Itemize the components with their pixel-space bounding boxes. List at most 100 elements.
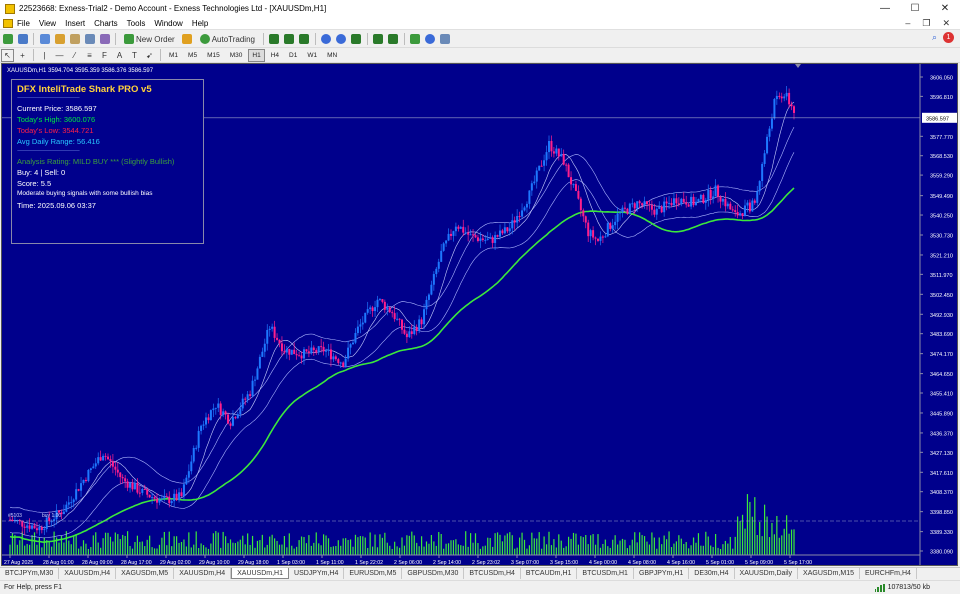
volume-bar (538, 532, 540, 555)
strategy-tester-button[interactable] (98, 33, 111, 46)
autotrading-label: AutoTrading (211, 34, 255, 44)
child-restore-button[interactable]: ❐ (922, 18, 930, 29)
horizontal-line-button[interactable]: — (53, 49, 66, 62)
chart-tab[interactable]: GBPJPYm,H1 (634, 568, 690, 579)
notifications-badge[interactable]: 1 (943, 32, 954, 43)
chart-tab[interactable]: BTCAUDm,H1 (521, 568, 578, 579)
candle-body (202, 424, 205, 426)
timeframe-m1[interactable]: M1 (165, 49, 182, 62)
chart-tab[interactable]: XAGUSDm,M15 (798, 568, 861, 579)
status-bar: For Help, press F1 107813/50 kb (0, 580, 960, 594)
candle-body (447, 233, 450, 241)
chart-tab[interactable]: EURCHFm,H4 (860, 568, 917, 579)
chart-tab[interactable]: DE30m,H4 (689, 568, 735, 579)
time-tick-label: 4 Sep 08:00 (628, 560, 656, 566)
volume-bar (545, 544, 548, 555)
label-tool-button[interactable]: T (128, 49, 141, 62)
templates-button[interactable] (439, 33, 452, 46)
menu-help[interactable]: Help (192, 19, 208, 28)
chart-shift-button[interactable] (372, 33, 385, 46)
market-watch-button[interactable] (38, 33, 51, 46)
arrows-tool-button[interactable]: ➹ (143, 49, 156, 62)
volume-bar (156, 548, 158, 555)
terminal-button[interactable] (83, 33, 96, 46)
chart-tab[interactable]: BTCUSDm,H1 (577, 568, 634, 579)
equidistant-channel-button[interactable]: ≡ (83, 49, 96, 62)
timeframe-m15[interactable]: M15 (203, 49, 224, 62)
chart-tab[interactable]: XAUUSDm,H1 (231, 568, 290, 579)
fibonacci-button[interactable]: F (98, 49, 111, 62)
maximize-button[interactable]: ☐ (900, 0, 930, 17)
timeframe-h1[interactable]: H1 (248, 48, 265, 62)
periods-button[interactable] (424, 33, 437, 46)
new-chart-button[interactable] (1, 33, 14, 46)
chart-tab[interactable]: USDJPYm,H4 (289, 568, 345, 579)
chart-tab[interactable]: XAUUSDm,Daily (735, 568, 799, 579)
candle-body (697, 199, 700, 202)
volume-bar (247, 533, 249, 555)
bar-chart-button[interactable] (268, 33, 281, 46)
tile-windows-button[interactable] (350, 33, 363, 46)
navigator-button[interactable] (68, 33, 81, 46)
indicators-button[interactable] (409, 33, 422, 46)
menu-window[interactable]: Window (154, 19, 182, 28)
candle-body (525, 203, 528, 208)
candlestick-button[interactable] (283, 33, 296, 46)
candle-body (303, 349, 305, 359)
menu-view[interactable]: View (39, 19, 56, 28)
candle-body (780, 96, 783, 99)
timeframe-d1[interactable]: D1 (285, 49, 301, 62)
volume-bar (413, 535, 415, 555)
trendline-button[interactable]: ⁄ (68, 49, 81, 62)
chart-tab[interactable]: XAGUSDm,M5 (116, 568, 175, 579)
chart-tab[interactable]: EURUSDm,M5 (344, 568, 403, 579)
autotrading-button[interactable]: AutoTrading (196, 33, 259, 46)
chart-tab[interactable]: XAUUSDm,H4 (59, 568, 117, 579)
timeframe-w1[interactable]: W1 (303, 49, 321, 62)
cursor-tool-button[interactable]: ↖ (1, 48, 14, 62)
volume-bar (242, 535, 244, 555)
chart-tab[interactable]: BTCJPYm,M30 (0, 568, 60, 579)
menu-tools[interactable]: Tools (127, 19, 146, 28)
menu-insert[interactable]: Insert (65, 19, 85, 28)
autoscroll-icon (388, 34, 399, 44)
candle-body (28, 525, 31, 529)
candle-body (636, 201, 639, 209)
candle-body (481, 238, 484, 241)
chart-tab[interactable]: GBPUSDm,M30 (402, 568, 465, 579)
close-button[interactable]: ✕ (930, 0, 960, 17)
minimize-button[interactable]: — (870, 0, 900, 17)
candle-body (378, 299, 381, 301)
child-minimize-button[interactable]: – (905, 18, 910, 29)
candle-body (665, 201, 668, 204)
volume-bar (768, 537, 771, 555)
timeframe-m5[interactable]: M5 (184, 49, 201, 62)
autoscroll-button[interactable] (387, 33, 400, 46)
zoom-in-button[interactable] (320, 33, 333, 46)
candle-body (418, 319, 421, 332)
candle-body (131, 482, 134, 490)
chart-tab[interactable]: BTCUSDm,H4 (464, 568, 521, 579)
line-chart-button[interactable] (298, 33, 311, 46)
new-order-button[interactable]: New Order (120, 33, 179, 46)
data-window-button[interactable] (53, 33, 66, 46)
zoom-out-button[interactable] (335, 33, 348, 46)
menu-charts[interactable]: Charts (94, 19, 118, 28)
timeframe-h4[interactable]: H4 (267, 49, 283, 62)
timeframe-mn[interactable]: MN (323, 49, 341, 62)
menu-file[interactable]: File (17, 19, 30, 28)
timeframe-m30[interactable]: M30 (226, 49, 247, 62)
search-icon[interactable]: ⌕ (932, 32, 937, 43)
volume-bar (117, 534, 119, 555)
metaeditor-button[interactable] (181, 33, 194, 46)
vertical-line-button[interactable]: | (38, 49, 51, 62)
candle-body (623, 207, 626, 209)
text-tool-button[interactable]: A (113, 49, 126, 62)
chart-window[interactable]: 3606.050 3596.810 3577.770 3568.530 3559.290… (1, 63, 958, 566)
volume-bar (766, 516, 768, 555)
crosshair-tool-button[interactable]: + (16, 49, 29, 62)
profiles-button[interactable] (16, 33, 29, 46)
chart-tab[interactable]: XAUUSDm,H4 (174, 568, 232, 579)
child-close-button[interactable]: ✕ (942, 18, 950, 29)
volume-bar (300, 536, 303, 555)
